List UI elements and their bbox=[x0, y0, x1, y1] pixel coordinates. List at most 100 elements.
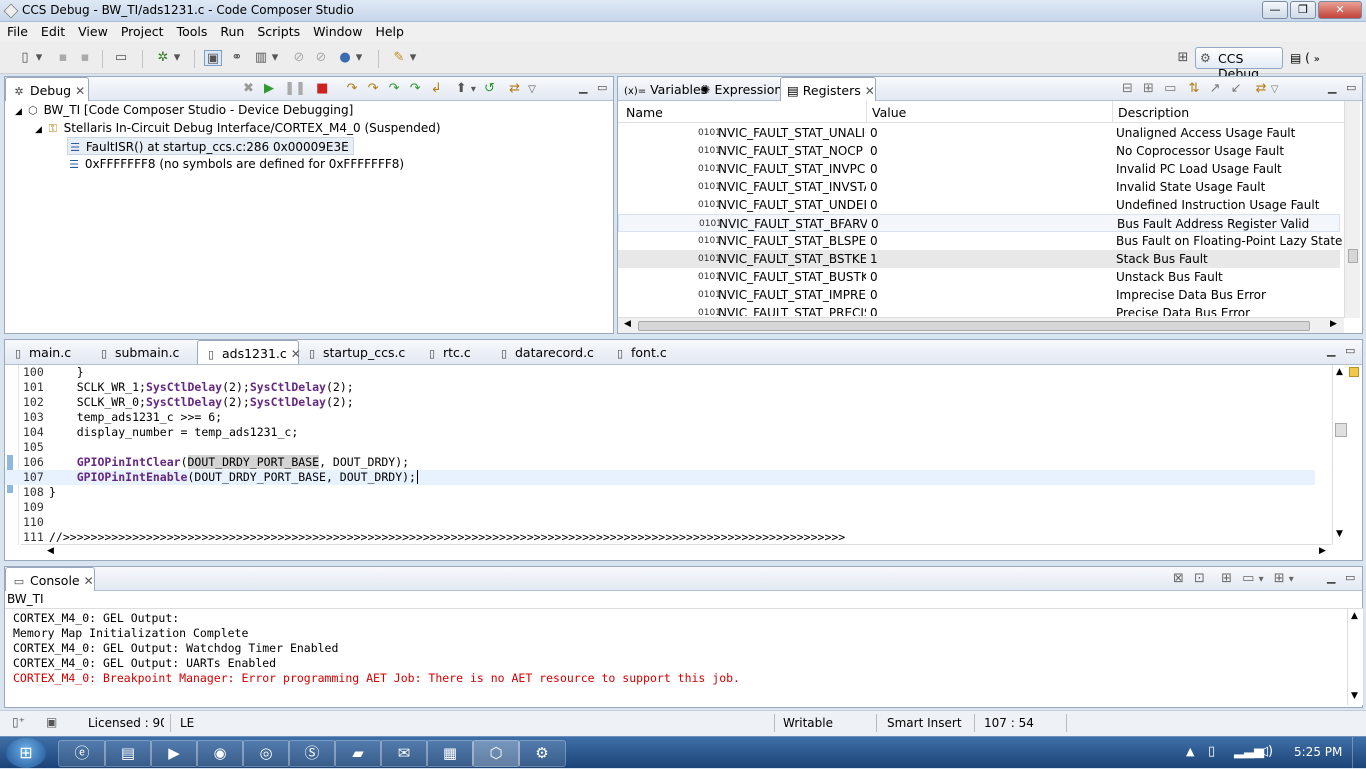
close-tab-icon[interactable]: ✕ bbox=[84, 574, 94, 588]
tree-item-target[interactable]: ◢ ⬡ BW_TI [Code Composer Studio - Device… bbox=[15, 101, 353, 119]
register-value[interactable]: 0 bbox=[870, 142, 878, 160]
remove-group-icon[interactable]: ▭ bbox=[1164, 81, 1176, 96]
menu-run[interactable]: Run bbox=[213, 22, 250, 39]
register-row[interactable]: 0101 NVIC_FAULT_STAT_BLSPER 0 Bus Fault on … bbox=[618, 232, 1342, 250]
clock[interactable]: 5:25 PM bbox=[1294, 745, 1342, 759]
new-register-group-icon[interactable]: ⊞ bbox=[1143, 81, 1154, 96]
display-console-icon[interactable]: ▭ bbox=[1242, 571, 1254, 586]
tab-variables[interactable]: (x)= Variables bbox=[618, 77, 707, 101]
open-console-icon[interactable]: ⊞ bbox=[1274, 571, 1285, 586]
breakpoint-icon[interactable]: ⊘ bbox=[290, 50, 308, 66]
code-line[interactable]: 105 bbox=[5, 440, 1315, 455]
show-desktop-button[interactable] bbox=[1352, 737, 1366, 769]
register-row[interactable]: 0101 NVIC_FAULT_STAT_PRECISE 0 Precise Data… bbox=[618, 304, 1340, 316]
new-icon[interactable]: ▯ bbox=[16, 50, 34, 66]
maximize-editor-icon[interactable]: ▭ bbox=[1345, 344, 1355, 357]
firefox-taskbar-icon[interactable]: ◉ bbox=[196, 740, 244, 767]
register-row[interactable]: 0101 NVIC_FAULT_STAT_BSTKE 1 Stack Bus Faul… bbox=[618, 250, 1340, 268]
excel-taskbar-icon[interactable]: ▦ bbox=[426, 740, 474, 767]
tab-expressions[interactable]: ✺ Expressions bbox=[694, 77, 789, 101]
scroll-lock-icon[interactable]: ⊡ bbox=[1194, 571, 1205, 586]
connect-icon[interactable]: ⚭ bbox=[228, 50, 246, 66]
show-hidden-icons-icon[interactable]: ▲ bbox=[1186, 745, 1194, 758]
skype-taskbar-icon[interactable]: Ⓢ bbox=[288, 740, 336, 767]
tab-rtc-c[interactable]: ▯ rtc.c bbox=[419, 340, 491, 364]
tree-item-frame-addr[interactable]: ☰ 0xFFFFFFF8 (no symbols are defined for… bbox=[67, 155, 404, 173]
console-vscrollbar[interactable]: ▲ ▼ bbox=[1347, 609, 1363, 705]
minimize-view-icon[interactable]: ▁ bbox=[1328, 81, 1336, 94]
code-line[interactable]: 109 bbox=[5, 500, 1315, 515]
tab-submain-c[interactable]: ▯ submain.c bbox=[91, 340, 197, 364]
explorer-taskbar-icon[interactable]: ▤ bbox=[104, 740, 152, 767]
menu-scripts[interactable]: Scripts bbox=[250, 22, 306, 39]
register-value[interactable]: 0 bbox=[870, 304, 878, 316]
register-row[interactable]: 0101 NVIC_FAULT_STAT_BFARV 0 Bus Fault Addr… bbox=[618, 214, 1340, 232]
close-button[interactable]: ✕ bbox=[1318, 1, 1362, 19]
reset-cpu-icon[interactable]: ⬆ bbox=[456, 81, 467, 96]
restart-icon[interactable]: ↺ bbox=[484, 81, 495, 96]
remove-terminated-icon[interactable]: ✖ bbox=[243, 81, 254, 96]
tab-registers[interactable]: ▤ Registers ✕ bbox=[780, 77, 876, 101]
tools-dropdown-icon[interactable]: ▾ bbox=[408, 50, 418, 66]
registers-hscrollbar[interactable]: ◀ ▶ bbox=[618, 317, 1344, 333]
minimize-view-icon[interactable]: ▁ bbox=[1327, 571, 1335, 584]
code-line[interactable]: 101 SCLK_WR_1;SysCtlDelay(2);SysCtlDelay… bbox=[5, 380, 1315, 395]
new-dropdown-icon[interactable]: ▾ bbox=[34, 50, 44, 66]
load-dropdown-icon[interactable]: ▾ bbox=[270, 50, 280, 66]
code-line[interactable]: 103 temp_ads1231_c >>= 6; bbox=[5, 410, 1315, 425]
menu-file[interactable]: File bbox=[0, 22, 34, 39]
tree-item-frame-faultisr[interactable]: ☰ FaultISR() at startup_ccs.c:286 0x0000… bbox=[67, 137, 354, 155]
collapse-icon[interactable]: ⊟ bbox=[1122, 81, 1133, 96]
fast-view-icon[interactable]: ▯⁺ bbox=[12, 715, 25, 729]
minimize-editor-icon[interactable]: ▁ bbox=[1327, 344, 1335, 357]
code-line[interactable]: 106 GPIOPinIntClear(DOUT_DRDY_PORT_BASE,… bbox=[5, 455, 1315, 470]
tree-item-core[interactable]: ◢ ⚿ Stellaris In-Circuit Debug Interface… bbox=[35, 119, 441, 137]
view-menu-icon[interactable]: ▽ bbox=[1271, 84, 1279, 95]
ie-taskbar-icon[interactable]: ⓔ bbox=[58, 740, 106, 767]
column-name[interactable]: Name bbox=[626, 105, 663, 120]
editor-vscrollbar[interactable]: ▲ ▼ bbox=[1332, 365, 1348, 545]
tab-font-c[interactable]: ▯ font.c bbox=[607, 340, 689, 364]
suspend-icon[interactable]: ❚❚ bbox=[284, 81, 306, 96]
maximize-view-icon[interactable]: ▭ bbox=[1345, 571, 1355, 584]
register-row[interactable]: 0101 NVIC_FAULT_STAT_IMPRE 0 Imprecise Data… bbox=[618, 286, 1340, 304]
export-icon[interactable]: ↗ bbox=[1210, 81, 1221, 96]
step-return-asm-icon[interactable]: ↲ bbox=[431, 81, 442, 96]
usb-icon[interactable]: ▯ bbox=[1208, 744, 1215, 759]
register-value[interactable]: 0 bbox=[870, 124, 878, 142]
code-line[interactable]: 100 } bbox=[5, 365, 1315, 380]
tab-datarecord-c[interactable]: ▯ datarecord.c bbox=[491, 340, 607, 364]
tab-console[interactable]: ▭ Console ✕ bbox=[5, 567, 95, 591]
register-value[interactable]: 0 bbox=[870, 286, 878, 304]
terminate-icon[interactable]: ■ bbox=[316, 81, 328, 96]
pin-console-icon[interactable]: ⊞ bbox=[1221, 571, 1232, 586]
step-over-icon[interactable]: ↷ bbox=[368, 81, 379, 96]
code-line[interactable]: 107 GPIOPinIntEnable(DOUT_DRDY_PORT_BASE… bbox=[5, 470, 1315, 485]
sync-icon[interactable]: ⇄ bbox=[509, 81, 520, 96]
view-menu-icon[interactable]: ▽ bbox=[528, 84, 536, 95]
step-return-icon[interactable]: ↷ bbox=[389, 81, 400, 96]
column-value[interactable]: Value bbox=[872, 105, 906, 120]
editor-hscrollbar[interactable]: ◀ ▶ bbox=[21, 544, 1331, 560]
maximize-button[interactable]: ❐ bbox=[1290, 1, 1316, 19]
tab-ads1231-c[interactable]: ▯ ads1231.c ✕ bbox=[197, 340, 301, 364]
start-button[interactable]: ⊞ bbox=[6, 738, 46, 768]
debug-dropdown-icon[interactable]: ▾ bbox=[172, 50, 182, 66]
clear-console-icon[interactable]: ⊠ bbox=[1173, 571, 1184, 586]
save-icon[interactable]: ▪ bbox=[54, 50, 72, 66]
minimize-button[interactable]: — bbox=[1262, 1, 1288, 19]
tab-main-c[interactable]: ▯ main.c bbox=[5, 340, 91, 364]
tools-icon[interactable]: ✎ bbox=[390, 50, 408, 66]
code-line[interactable]: 102 SCLK_WR_0;SysCtlDelay(2);SysCtlDelay… bbox=[5, 395, 1315, 410]
register-value[interactable]: 0 bbox=[870, 268, 878, 286]
profile-dropdown-icon[interactable]: ▾ bbox=[354, 50, 364, 66]
volume-icon[interactable]: ◁) bbox=[1258, 744, 1273, 759]
link-icon[interactable]: ⇄ bbox=[1256, 81, 1267, 96]
close-tab-icon[interactable]: ✕ bbox=[75, 84, 85, 98]
open-dropdown-icon[interactable]: ▾ bbox=[1289, 574, 1294, 585]
code-line[interactable]: 111 //>>>>>>>>>>>>>>>>>>>>>>>>>>>>>>>>>>>… bbox=[5, 530, 1315, 545]
menu-tools[interactable]: Tools bbox=[170, 22, 214, 39]
register-row[interactable]: 0101 NVIC_FAULT_STAT_INVSTA 0 Invalid State… bbox=[618, 178, 1340, 196]
tool-taskbar-icon[interactable]: ⚙ bbox=[518, 740, 566, 767]
save-all-icon[interactable]: ▪ bbox=[76, 50, 94, 66]
